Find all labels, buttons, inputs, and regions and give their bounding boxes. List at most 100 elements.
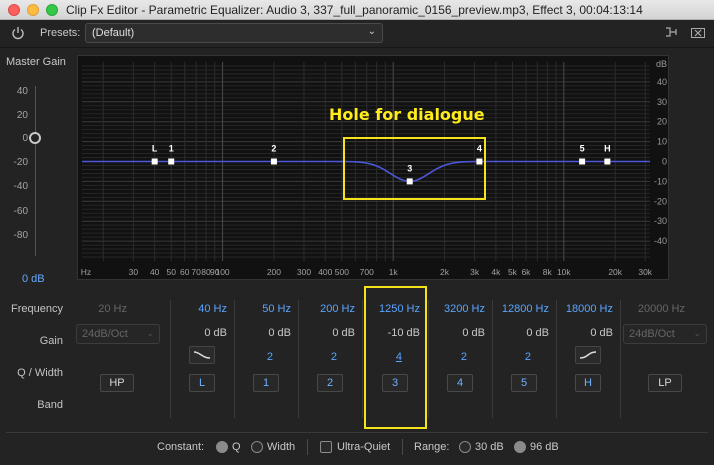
band3-button[interactable]: 3: [382, 374, 408, 392]
high-shelf-shape-icon[interactable]: [575, 346, 601, 364]
band3-frequency[interactable]: 1250 Hz: [379, 303, 420, 315]
db-unit-label: dB: [656, 59, 667, 69]
high-shelf-gain[interactable]: 0 dB: [590, 327, 613, 339]
db-tick-label: 20: [657, 117, 667, 127]
freq-tick-label: 300: [297, 267, 311, 277]
eq-node-1[interactable]: [168, 158, 175, 165]
band3-gain[interactable]: -10 dB: [388, 327, 420, 339]
chevron-down-icon: ⌄: [693, 328, 701, 338]
band-low-shelf-column: 40 Hz 0 dB L: [171, 296, 233, 424]
low-shelf-shape-icon[interactable]: [189, 346, 215, 364]
clear-icon[interactable]: [690, 26, 706, 40]
hp-frequency[interactable]: 20 Hz: [98, 303, 127, 315]
band-3-column: 1250 Hz -10 dB 4 3: [364, 296, 426, 424]
db-tick-label: 10: [657, 137, 667, 147]
high-shelf-frequency[interactable]: 18000 Hz: [566, 303, 613, 315]
chevron-down-icon: ⌄: [367, 26, 376, 37]
freq-tick-label: 30k: [638, 267, 652, 277]
master-gain-tick: -60: [13, 206, 28, 217]
window-close-button[interactable]: [8, 4, 20, 16]
master-gain-tick: 0: [22, 133, 28, 144]
master-gain-tick: 40: [16, 86, 28, 97]
band5-gain[interactable]: 0 dB: [526, 327, 549, 339]
band4-button[interactable]: 4: [447, 374, 473, 392]
freq-tick-label: 500: [335, 267, 349, 277]
band2-gain[interactable]: 0 dB: [332, 327, 355, 339]
low-shelf-band-button[interactable]: L: [189, 374, 215, 392]
master-gain-tick: -40: [13, 181, 28, 192]
band2-frequency[interactable]: 200 Hz: [320, 303, 355, 315]
window-titlebar: Clip Fx Editor - Parametric Equalizer: A…: [0, 0, 714, 20]
band5-frequency[interactable]: 12800 Hz: [502, 303, 549, 315]
freq-tick-label: 10k: [557, 267, 571, 277]
freq-tick-label: 200: [267, 267, 281, 277]
band5-button[interactable]: 5: [511, 374, 537, 392]
window-title: Clip Fx Editor - Parametric Equalizer: A…: [66, 3, 643, 17]
constant-label: Constant:: [157, 441, 205, 453]
gain-row-label: Gain: [39, 335, 63, 347]
footer-separator: [402, 439, 403, 455]
eq-node-label: 1: [169, 144, 174, 154]
band1-frequency[interactable]: 50 Hz: [262, 303, 291, 315]
window-minimize-button[interactable]: [27, 4, 39, 16]
ultra-quiet-label[interactable]: Ultra-Quiet: [337, 441, 390, 453]
hp-slope-dropdown[interactable]: 24dB/Oct ⌄: [76, 324, 160, 344]
low-shelf-gain[interactable]: 0 dB: [204, 327, 227, 339]
routing-icon[interactable]: [664, 26, 680, 40]
range-30db-label[interactable]: 30 dB: [475, 441, 504, 453]
presets-dropdown[interactable]: (Default) ⌄: [85, 23, 383, 43]
freq-tick-label: 3k: [470, 267, 480, 277]
band1-gain[interactable]: 0 dB: [268, 327, 291, 339]
db-tick-label: -10: [654, 176, 667, 186]
range-96db-radio[interactable]: [514, 441, 526, 453]
constant-q-radio[interactable]: [216, 441, 228, 453]
eq-node-h[interactable]: [604, 158, 611, 165]
master-gain-knob[interactable]: [29, 132, 41, 144]
low-shelf-frequency[interactable]: 40 Hz: [198, 303, 227, 315]
band4-q[interactable]: 2: [461, 351, 467, 363]
freq-tick-label: 8k: [543, 267, 553, 277]
range-label: Range:: [414, 441, 450, 453]
band-4-column: 3200 Hz 0 dB 2 4: [429, 296, 491, 424]
power-icon[interactable]: [10, 25, 26, 41]
hp-band-button[interactable]: HP: [100, 374, 134, 392]
eq-node-2[interactable]: [270, 158, 277, 165]
freq-tick-label: 6k: [521, 267, 531, 277]
q-width-row-label: Q / Width: [17, 367, 63, 379]
toolbar: Presets: (Default) ⌄: [0, 21, 714, 47]
band2-q[interactable]: 2: [331, 351, 337, 363]
constant-width-radio[interactable]: [251, 441, 263, 453]
freq-tick-label: 40: [150, 267, 160, 277]
master-gain-value[interactable]: 0 dB: [22, 273, 45, 285]
lp-slope-dropdown[interactable]: 24dB/Oct ⌄: [623, 324, 707, 344]
band5-q[interactable]: 2: [525, 351, 531, 363]
db-tick-label: -40: [654, 236, 667, 246]
lp-band-button[interactable]: LP: [648, 374, 682, 392]
window-maximize-button[interactable]: [46, 4, 58, 16]
hole-annotation-label: Hole for dialogue: [329, 105, 485, 124]
master-gain-track[interactable]: [35, 86, 36, 256]
band4-frequency[interactable]: 3200 Hz: [444, 303, 485, 315]
hole-annotation-box: [343, 137, 486, 200]
eq-node-5[interactable]: [579, 158, 586, 165]
range-30db-radio[interactable]: [459, 441, 471, 453]
band2-button[interactable]: 2: [317, 374, 343, 392]
master-gain-slider[interactable]: 40 20 0 -20 -40 -60 -80: [0, 86, 80, 261]
ultra-quiet-checkbox[interactable]: [320, 441, 332, 453]
band1-button[interactable]: 1: [253, 374, 279, 392]
eq-node-l[interactable]: [151, 158, 158, 165]
band1-q[interactable]: 2: [267, 351, 273, 363]
master-gain-tick: -20: [13, 157, 28, 168]
constant-width-label[interactable]: Width: [267, 441, 295, 453]
constant-q-label[interactable]: Q: [232, 441, 241, 453]
footer-separator: [307, 439, 308, 455]
freq-tick-label: 30: [129, 267, 139, 277]
freq-tick-label: 2k: [440, 267, 450, 277]
high-shelf-band-button[interactable]: H: [575, 374, 601, 392]
band3-q[interactable]: 4: [396, 351, 402, 363]
band4-gain[interactable]: 0 dB: [462, 327, 485, 339]
presets-label: Presets:: [40, 27, 81, 39]
range-96db-label[interactable]: 96 dB: [530, 441, 559, 453]
band-hp-column: 20 Hz 24dB/Oct ⌄ HP: [73, 296, 163, 424]
lp-frequency[interactable]: 20000 Hz: [638, 303, 685, 315]
